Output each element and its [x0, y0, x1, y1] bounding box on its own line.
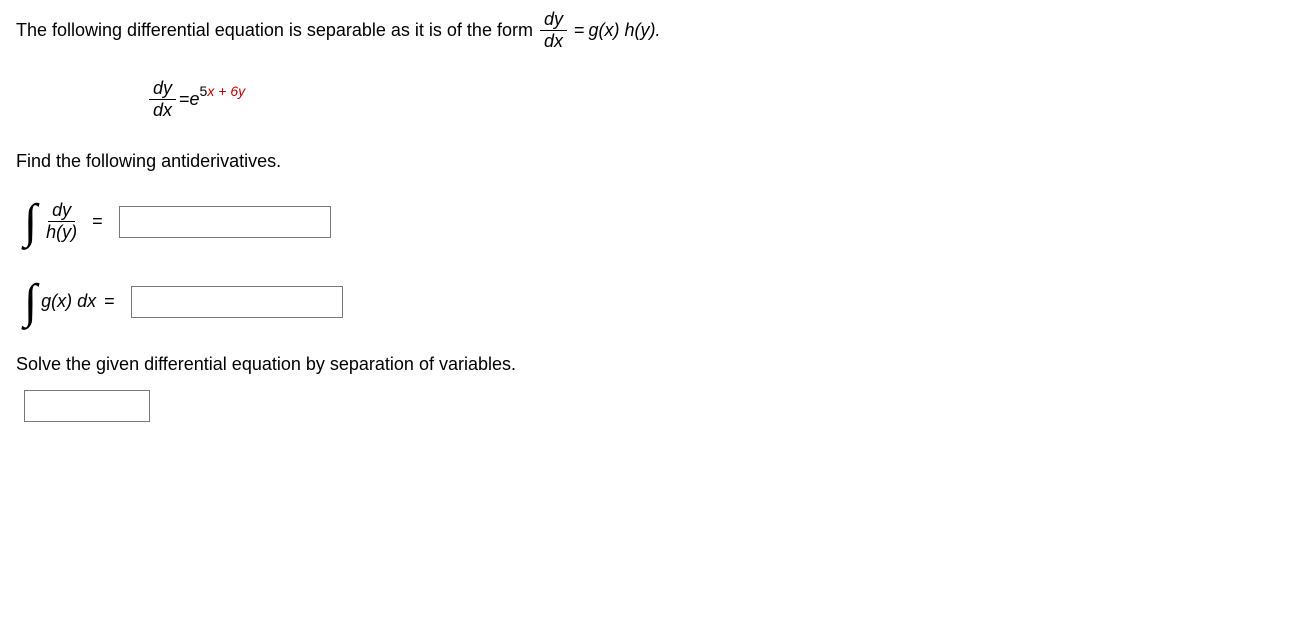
integral-2-row: ∫ g(x) dx = [24, 271, 1286, 333]
displayed-equation: dy dx = e5x + 6y [146, 79, 1286, 120]
int1-num: dy [48, 201, 75, 222]
intro-eq: = [574, 17, 585, 44]
intro-line: The following differential equation is s… [16, 10, 1286, 51]
eqn-frac-num: dy [149, 79, 176, 100]
eqn-frac-den: dx [149, 100, 176, 120]
int1-den: h(y) [42, 222, 81, 242]
eqn-exp-red: x + 6y [207, 83, 245, 99]
eqn-e: e [190, 86, 200, 113]
intro-frac-den: dx [540, 31, 567, 51]
eqn-exponent: 5x + 6y [200, 81, 246, 102]
solve-instruction: Solve the given differential equation by… [16, 351, 1286, 378]
eqn-dy-dx: dy dx [149, 79, 176, 120]
intro-frac-num: dy [540, 10, 567, 31]
int2-integrand: g(x) dx [41, 288, 96, 315]
integral-1-row: ∫ dy h(y) = [24, 191, 1286, 253]
intro-text-1: The following differential equation is s… [16, 17, 533, 44]
find-antiderivatives-text: Find the following antiderivatives. [16, 148, 1286, 175]
int1-answer-input[interactable] [119, 206, 331, 238]
integral-sign-1: ∫ [24, 200, 37, 243]
integral-sign-2: ∫ [24, 280, 37, 323]
int2-answer-input[interactable] [131, 286, 343, 318]
intro-dy-dx: dy dx [540, 10, 567, 51]
int1-frac: dy h(y) [42, 201, 81, 242]
int1-equals: = [92, 208, 103, 235]
eqn-equals: = [179, 86, 190, 113]
intro-rhs: g(x) h(y). [589, 17, 661, 44]
int2-equals: = [104, 288, 115, 315]
solution-answer-input[interactable] [24, 390, 150, 422]
